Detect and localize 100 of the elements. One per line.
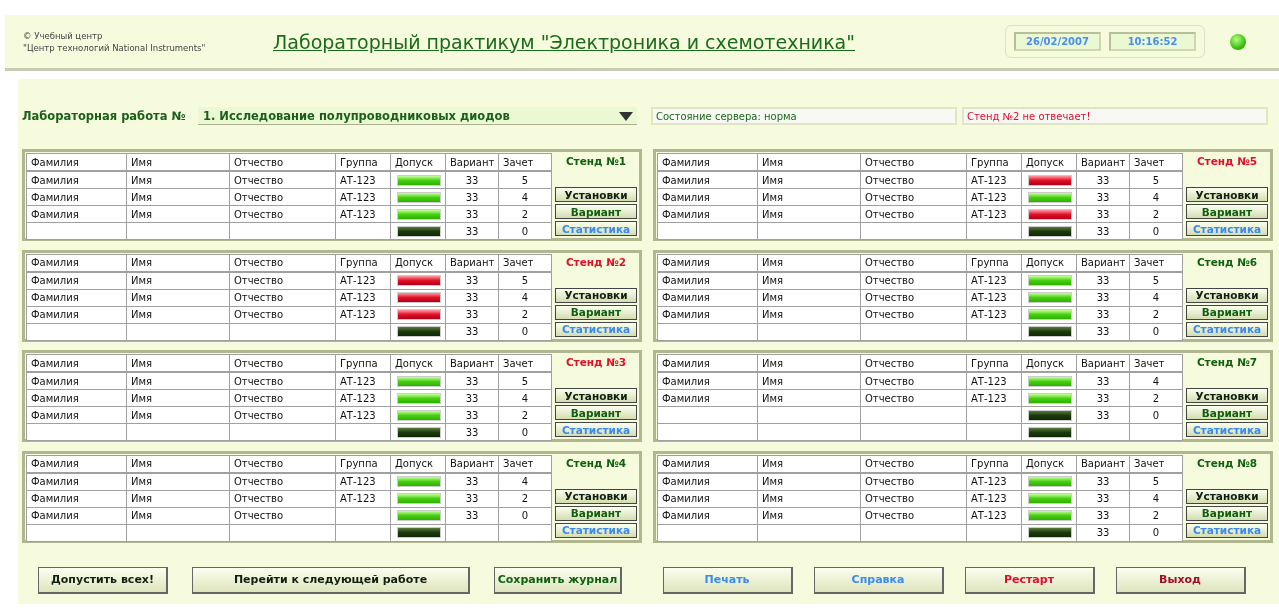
admission-indicator	[397, 476, 441, 487]
table-cell: Имя	[126, 372, 230, 390]
admission-indicator	[1028, 392, 1072, 404]
table-cell: Фамилия	[26, 490, 127, 507]
table-cell: Отчество	[229, 490, 336, 507]
table-cell: 0	[498, 222, 552, 240]
table-cell: 33	[1076, 205, 1130, 223]
column-header: Имя	[757, 354, 861, 372]
table-cell: Отчество	[229, 472, 336, 490]
table-cell: 33	[1076, 222, 1130, 240]
column-header: Вариант	[445, 354, 499, 372]
stand-button[interactable]: Вариант	[1186, 405, 1268, 420]
table-cell: 33	[445, 389, 499, 407]
column-header: Группа	[335, 153, 391, 171]
column-header: Отчество	[860, 254, 967, 272]
stand-title: Стенд №2	[565, 255, 627, 268]
table-cell: АТ-123	[966, 289, 1022, 306]
admission-indicator	[397, 493, 441, 504]
column-header: Группа	[335, 254, 391, 272]
stand-button[interactable]: Вариант	[555, 204, 637, 219]
column-header: Допуск	[390, 254, 446, 272]
stand-button[interactable]: Установки	[555, 287, 637, 303]
stand-button[interactable]: Вариант	[1186, 505, 1268, 521]
column-header: Зачет	[498, 455, 552, 473]
stand-button[interactable]: Установки	[555, 488, 637, 504]
admission-indicator	[1028, 426, 1072, 438]
stand-button[interactable]: Установки	[1186, 388, 1268, 403]
admission-indicator	[397, 392, 441, 404]
table-cell: 5	[498, 372, 552, 390]
table-cell: 33	[1076, 323, 1130, 340]
column-header: Группа	[966, 354, 1022, 372]
action-button[interactable]: Выход	[1115, 566, 1246, 594]
column-header: Допуск	[390, 354, 446, 372]
stand-button[interactable]: Вариант	[555, 405, 637, 420]
column-header: Фамилия	[657, 455, 758, 473]
table-cell: Фамилия	[26, 389, 127, 407]
column-header: Вариант	[445, 153, 499, 171]
table-cell: Имя	[757, 389, 861, 407]
table-cell: Фамилия	[26, 205, 127, 223]
table-cell: 2	[1129, 306, 1183, 323]
table-cell: 33	[1076, 372, 1130, 390]
table-cell: 33	[1076, 490, 1130, 507]
table-cell: АТ-123	[335, 188, 391, 206]
stand-button[interactable]: Вариант	[1186, 304, 1268, 320]
admission-indicator	[1028, 527, 1072, 538]
stand-button[interactable]: Установки	[555, 388, 637, 403]
stand-button[interactable]: Установки	[555, 187, 637, 202]
action-button[interactable]: Перейти к следующей работе	[192, 566, 470, 594]
action-button[interactable]: Рестарт	[964, 566, 1095, 594]
column-header: Зачет	[1129, 153, 1183, 171]
server-status-field: Состояние сервера: норма	[651, 107, 957, 125]
table-cell: Имя	[757, 306, 861, 323]
column-header: Зачет	[498, 354, 552, 372]
table-cell: Имя	[126, 507, 230, 524]
column-header: Имя	[757, 153, 861, 171]
admission-indicator	[1028, 191, 1072, 203]
column-header: Группа	[335, 354, 391, 372]
table-cell: 33	[445, 507, 499, 524]
column-header: Вариант	[1076, 455, 1130, 473]
table-cell: Имя	[757, 171, 861, 189]
table-cell: АТ-123	[966, 472, 1022, 490]
table-cell: АТ-123	[335, 406, 391, 424]
stand-button[interactable]: Установки	[1186, 187, 1268, 202]
action-button[interactable]: Допустить всех!	[38, 566, 168, 594]
column-header: Зачет	[498, 153, 552, 171]
table-cell: Фамилия	[26, 507, 127, 524]
table-cell: Отчество	[860, 490, 967, 507]
table-cell: 33	[445, 188, 499, 206]
table-cell: 5	[1129, 472, 1183, 490]
stand-button[interactable]: Вариант	[555, 304, 637, 320]
table-cell: АТ-123	[335, 171, 391, 189]
table-cell: Имя	[126, 171, 230, 189]
column-header: Группа	[335, 455, 391, 473]
table-cell: 33	[445, 289, 499, 306]
table-cell: Имя	[126, 205, 230, 223]
admission-indicator	[1028, 292, 1072, 303]
table-cell: Отчество	[860, 372, 967, 390]
column-header: Вариант	[445, 254, 499, 272]
table-cell: АТ-123	[966, 507, 1022, 524]
column-header: Зачет	[1129, 254, 1183, 272]
table-cell: 33	[445, 323, 499, 340]
table-cell: 0	[1129, 406, 1183, 424]
table-cell: 33	[445, 205, 499, 223]
stand-button[interactable]: Вариант	[1186, 204, 1268, 219]
table-cell: АТ-123	[966, 188, 1022, 206]
admission-indicator	[397, 527, 441, 538]
table-cell: Фамилия	[657, 472, 758, 490]
table-cell: Фамилия	[657, 306, 758, 323]
stand-button[interactable]: Вариант	[555, 505, 637, 521]
admission-indicator	[397, 191, 441, 203]
stand-button[interactable]: Установки	[1186, 287, 1268, 303]
stand-button[interactable]: Установки	[1186, 488, 1268, 504]
table-cell: Имя	[757, 205, 861, 223]
action-button[interactable]: Сохранить журнал	[494, 566, 622, 594]
table-cell: Имя	[757, 372, 861, 390]
table-cell: Отчество	[229, 507, 336, 524]
lab-work-dropdown[interactable]: 1. Исследование полупроводниковых диодов	[198, 107, 637, 125]
stand-title: Стенд №6	[1196, 255, 1258, 268]
table-cell: АТ-123	[335, 289, 391, 306]
table-cell: Отчество	[229, 171, 336, 189]
